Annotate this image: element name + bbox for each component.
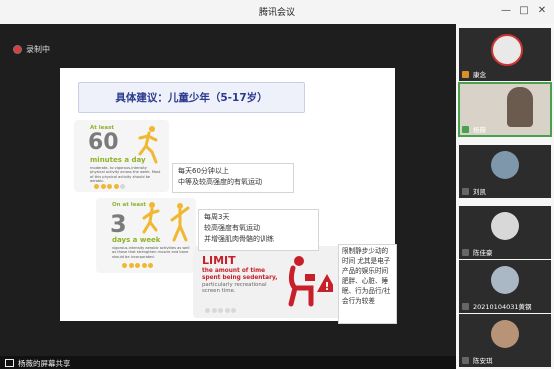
note2-line3: 并增强肌肉骨骼的训练 [204,235,274,243]
limit-subtitle: the amount of time spent being sedentary… [202,268,278,281]
annotation-limit: 限制静步少动的时间 尤其是电子产品的娱乐时间 肥胖、心脏、睡眠、行为品行/社会行… [338,244,397,324]
avatar [491,212,519,240]
participant-name: 陈佳豪 [473,249,493,257]
screen-user-icon: ! [288,256,333,307]
participant-tile[interactable]: 康念 [459,28,551,81]
maximize-icon[interactable]: □ [517,4,531,18]
participant-tile[interactable]: 刘凯 [459,145,551,198]
minimize-icon[interactable]: — [499,4,513,18]
screen-share-icon [5,359,14,367]
microphone-icon [462,303,469,310]
slide-heading: 具体建议：儿童少年（5-17岁） [115,92,268,104]
microphone-icon [462,188,469,195]
athletes-icon [142,202,190,242]
runner-icon [138,126,158,164]
record-icon [14,46,21,53]
participant-name: 陈安琪 [473,357,493,365]
note2-line1: 每周3天 [204,213,230,221]
window-title: 腾讯会议 [258,8,295,18]
participant-tile[interactable]: 20210104031黄钢 [459,260,551,313]
intensity-dots-2 [122,263,153,268]
microphone-icon [462,357,469,364]
close-icon[interactable]: ✕ [535,4,549,18]
limit-title: LIMIT [202,254,236,267]
recording-label: 录制中 [26,45,50,54]
avatar [491,34,523,66]
participant-name: 20210104031黄钢 [473,303,532,311]
limit-text: particularly recreational screen time. [202,282,267,294]
participant-name: 康念 [473,71,486,79]
microphone-icon [462,71,469,78]
intensity-dots-3 [205,308,236,313]
presentation-slide: 具体建议：儿童少年（5-17岁） At least 60 minutes a d… [60,68,397,324]
card1-text: moderate- to vigorous-intensity physical… [90,166,161,184]
guideline-card-3days: On at least 3 days a week vigorous-inten… [96,198,196,273]
participant-tile[interactable]: 杨薇 [458,82,552,137]
participant-tile[interactable]: 陈佳豪 [459,206,551,259]
avatar [491,266,519,294]
slide-heading-box: 具体建议：儿童少年（5-17岁） [78,82,305,113]
screen-share-indicator[interactable]: 杨薇的屏幕共享 [5,358,71,369]
video-feed [507,87,533,127]
avatar [491,151,519,179]
screen-share-label: 杨薇的屏幕共享 [18,359,71,368]
title-bar: 腾讯会议 — □ ✕ [0,0,554,25]
participant-panel: 康念 杨薇 刘凯 陈佳豪 20210104031黄钢 陈安琪 [456,24,554,369]
microphone-icon [462,249,469,256]
annotation-60min: 每天60分钟以上 中等及较高强度的有氧运动 [172,163,294,193]
svg-text:!: ! [324,280,329,293]
three-number: 3 [110,210,127,238]
participant-name: 刘凯 [473,188,486,196]
avatar [491,320,519,348]
intensity-dots-1 [94,184,125,189]
annotation-3days: 每周3天 较高强度有氧运动 并增强肌肉骨骼的训练 [198,209,319,251]
card2-text: vigorous-intensity aerobic activities as… [112,246,190,259]
microphone-icon [462,126,469,133]
recording-indicator[interactable]: 录制中 [14,44,50,55]
note2-line2: 较高强度有氧运动 [204,224,260,232]
participant-tile[interactable]: 陈安琪 [459,314,551,367]
participant-name: 杨薇 [473,126,486,134]
guideline-card-60min: At least 60 minutes a day moderate- to v… [74,120,169,192]
sixty-number: 60 [88,130,119,155]
note1-line2: 中等及较高强度的有氧运动 [178,178,262,186]
note1-line1: 每天60分钟以上 [178,167,229,175]
